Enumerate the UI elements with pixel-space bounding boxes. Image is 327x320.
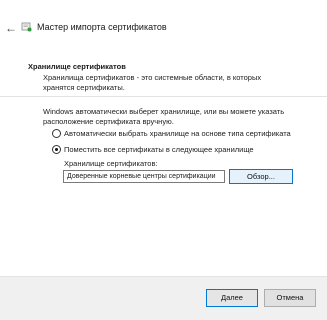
radio-auto-select-indicator[interactable]	[52, 128, 61, 138]
cancel-button[interactable]: Отмена	[264, 289, 316, 307]
radio-auto-select[interactable]: Автоматически выбрать хранилище на основ…	[52, 127, 291, 139]
back-arrow-icon[interactable]: ←	[4, 21, 18, 35]
radio-place-in-store-indicator[interactable]	[52, 144, 61, 154]
radio-auto-select-label: Автоматически выбрать хранилище на основ…	[64, 128, 291, 138]
wizard-content: Windows автоматически выберет хранилище,…	[0, 98, 327, 276]
intro-text: Windows автоматически выберет хранилище,…	[43, 107, 285, 126]
window-title: Мастер импорта сертификатов	[37, 22, 167, 32]
radio-place-in-store[interactable]: Поместить все сертификаты в следующее хр…	[52, 143, 254, 155]
browse-button[interactable]: Обзор...	[229, 169, 293, 184]
store-field-label: Хранилище сертификатов:	[64, 159, 158, 168]
store-input[interactable]	[63, 170, 225, 183]
wizard-header: Хранилище сертификатов Хранилища сертифи…	[0, 52, 327, 97]
section-title: Хранилище сертификатов	[28, 62, 126, 71]
wizard-footer: Далее Отмена	[0, 276, 327, 320]
section-description: Хранилища сертификатов - это системные о…	[43, 73, 262, 92]
certificate-wizard-icon	[21, 22, 32, 32]
radio-place-in-store-label: Поместить все сертификаты в следующее хр…	[64, 144, 254, 154]
wizard-titlebar: ← Мастер импорта сертификатов	[0, 0, 327, 52]
next-button[interactable]: Далее	[206, 289, 258, 307]
